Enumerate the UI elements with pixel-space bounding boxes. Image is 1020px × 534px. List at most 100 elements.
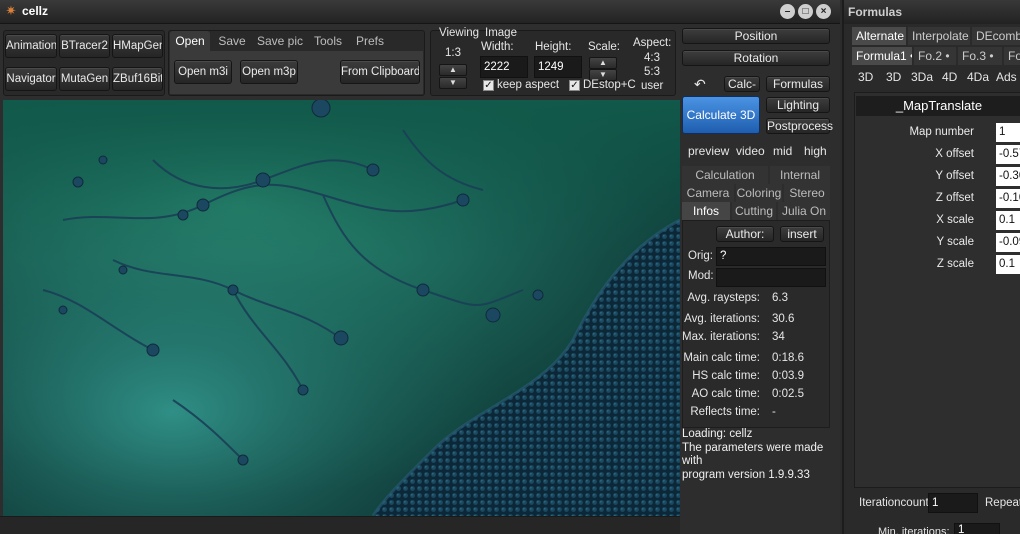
close-button[interactable]: ×	[816, 4, 831, 19]
tab-internal[interactable]: Internal	[770, 166, 830, 184]
param-label: Z offset	[935, 192, 974, 204]
ratio-down-button[interactable]: ▼	[439, 77, 467, 89]
author-button[interactable]: Author:	[716, 226, 774, 242]
aspect-5-3[interactable]: 5:3	[644, 66, 660, 78]
param-input[interactable]: 0.1	[996, 211, 1020, 230]
tab-infos[interactable]: Infos	[682, 202, 730, 220]
info-value: 30.6	[772, 313, 795, 325]
lighting-button[interactable]: Lighting	[766, 97, 830, 113]
tab-stereo[interactable]: Stereo	[784, 184, 830, 202]
tab-save-pic[interactable]: Save pic	[254, 31, 306, 51]
tab-formula3[interactable]: Fo.3 •	[958, 47, 1002, 65]
tab-decombi[interactable]: DEcombi	[972, 27, 1020, 45]
param-input[interactable]: -0.09	[996, 233, 1020, 252]
position-button[interactable]: Position	[682, 28, 830, 44]
navigator-button[interactable]: Navigator	[5, 67, 57, 91]
type-tab-ads[interactable]: Ads	[996, 70, 1017, 84]
formulas-button[interactable]: Formulas	[766, 76, 830, 92]
iterationcount-input[interactable]: 1	[928, 493, 978, 513]
tab-save[interactable]: Save	[212, 31, 252, 51]
app-icon: ✷	[5, 3, 17, 18]
type-tab-4da[interactable]: 4Da	[967, 70, 989, 84]
calculate-3d-button[interactable]: Calculate 3D	[682, 96, 760, 134]
info-label: HS calc time:	[692, 370, 760, 382]
insert-button[interactable]: insert	[780, 226, 824, 242]
tab-formula4[interactable]: Fo	[1004, 47, 1020, 65]
viewing-ratio: 1:3	[445, 47, 461, 59]
tab-camera[interactable]: Camera	[682, 184, 734, 202]
quality-preview[interactable]: preview	[688, 144, 729, 158]
title-bar: ✷ cellz – □ ×	[0, 0, 840, 24]
tab-tools[interactable]: Tools	[308, 31, 348, 51]
tab-prefs[interactable]: Prefs	[350, 31, 390, 51]
type-tab-4d[interactable]: 4D	[942, 70, 957, 84]
type-tab-3da[interactable]: 3Da	[911, 70, 933, 84]
info-label: Main calc time:	[683, 352, 760, 364]
open-m3p-button[interactable]: Open m3p	[240, 60, 298, 84]
undo-icon[interactable]: ↶	[694, 76, 706, 93]
param-input[interactable]: 1	[996, 123, 1020, 142]
tab-interpolate[interactable]: Interpolate	[908, 27, 970, 45]
tab-julia-on[interactable]: Julia On	[778, 202, 830, 220]
param-label: X offset	[935, 148, 974, 160]
scale-up-button[interactable]: ▲	[589, 57, 617, 69]
tab-coloring[interactable]: Coloring	[736, 184, 782, 202]
keep-aspect-checkbox[interactable]: ✓	[483, 80, 494, 91]
keep-aspect-label: keep aspect	[497, 79, 560, 91]
calc-minus-button[interactable]: Calc-	[724, 76, 760, 92]
info-label: Avg. iterations:	[684, 313, 760, 325]
param-input[interactable]: -0.57	[996, 145, 1020, 164]
tab-open[interactable]: Open	[170, 31, 210, 51]
height-input[interactable]: 1249	[534, 56, 582, 78]
scale-label: Scale:	[588, 41, 620, 53]
log-output: Loading: cellz The parameters were made …	[682, 428, 838, 482]
param-label: X scale	[936, 214, 974, 226]
quality-mid[interactable]: mid	[773, 144, 792, 158]
aspect-4-3[interactable]: 4:3	[644, 52, 660, 64]
info-label: Avg. raysteps:	[687, 292, 760, 304]
formula-name-selector[interactable]: _MapTranslate	[856, 96, 1020, 116]
quality-video[interactable]: video	[736, 144, 765, 158]
from-clipboard-button[interactable]: From Clipboard	[340, 60, 420, 84]
tab-formula2[interactable]: Fo.2 •	[914, 47, 956, 65]
destop-label: DEstop+C	[583, 79, 636, 91]
width-input[interactable]: 2222	[480, 56, 528, 78]
width-label: Width:	[481, 41, 514, 53]
render-viewport[interactable]	[3, 100, 680, 516]
mutagen-button[interactable]: MutaGen	[59, 67, 110, 91]
rotation-button[interactable]: Rotation	[682, 50, 830, 66]
zbuf16bit-button[interactable]: ZBuf16Bit	[112, 67, 163, 91]
orig-input[interactable]: ?	[716, 247, 826, 266]
tab-formula1[interactable]: Formula1 •	[852, 47, 912, 65]
mod-input[interactable]	[716, 268, 826, 287]
maximize-button[interactable]: □	[798, 4, 813, 19]
type-tab-3d[interactable]: 3D	[858, 70, 873, 84]
log-line: The parameters were made with	[682, 441, 824, 468]
viewing-label: Viewing	[439, 27, 480, 39]
min-iterations-input[interactable]: 1	[954, 523, 1000, 534]
param-input[interactable]: -0.10	[996, 189, 1020, 208]
window-title: cellz	[22, 4, 49, 18]
postprocess-button[interactable]: Postprocess	[766, 118, 833, 134]
btracer2-button[interactable]: BTracer2	[59, 34, 110, 58]
info-label: Reflects time:	[690, 406, 760, 418]
param-label: Map number	[909, 126, 974, 138]
log-line: program version 1.9.9.33	[682, 468, 810, 481]
param-input[interactable]: -0.30	[996, 167, 1020, 186]
quality-high[interactable]: high	[804, 144, 827, 158]
destop-checkbox[interactable]: ✓	[569, 80, 580, 91]
ratio-up-button[interactable]: ▲	[439, 64, 467, 76]
type-tab-3d-2[interactable]: 3D	[886, 70, 901, 84]
formulas-title: Formulas	[848, 5, 903, 19]
param-input[interactable]: 0.1	[996, 255, 1020, 274]
tab-calculation[interactable]: Calculation	[682, 166, 768, 184]
tab-cutting[interactable]: Cutting	[732, 202, 776, 220]
tab-alternate[interactable]: Alternate	[852, 27, 906, 45]
animations-button[interactable]: Animations	[5, 34, 57, 58]
open-m3i-button[interactable]: Open m3i	[174, 60, 232, 84]
minimize-button[interactable]: –	[780, 4, 795, 19]
info-value: 34	[772, 331, 785, 343]
aspect-user[interactable]: user	[641, 80, 663, 92]
hmapgen-button[interactable]: HMapGen	[112, 34, 163, 58]
mod-label: Mod:	[688, 270, 714, 282]
